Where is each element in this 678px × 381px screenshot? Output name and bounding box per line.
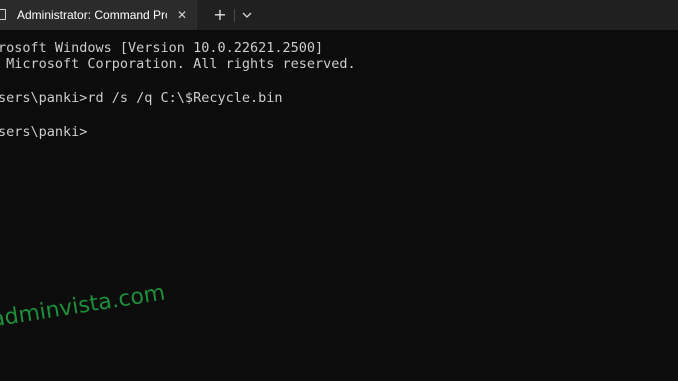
tab-dropdown-button[interactable] — [239, 6, 255, 24]
terminal-window: Administrator: Command Pro ✕ + rosoft Wi… — [0, 0, 678, 381]
output-line-copyright: Microsoft Corporation. All rights reserv… — [0, 56, 356, 72]
close-tab-button[interactable]: ✕ — [174, 7, 190, 23]
chevron-down-icon — [242, 12, 252, 18]
prompt-line[interactable]: sers\panki> — [0, 124, 87, 140]
tab-command-prompt[interactable]: Administrator: Command Pro ✕ — [0, 0, 197, 30]
new-tab-button[interactable]: + — [210, 5, 230, 25]
toolbar-separator — [234, 9, 235, 22]
output-line-version: rosoft Windows [Version 10.0.22621.2500] — [0, 40, 324, 56]
title-bar: Administrator: Command Pro ✕ + — [0, 0, 678, 30]
command-line-rd: sers\panki>rd /s /q C:\$Recycle.bin — [0, 90, 283, 106]
terminal-icon — [0, 9, 6, 20]
tab-title: Administrator: Command Pro — [17, 8, 167, 22]
